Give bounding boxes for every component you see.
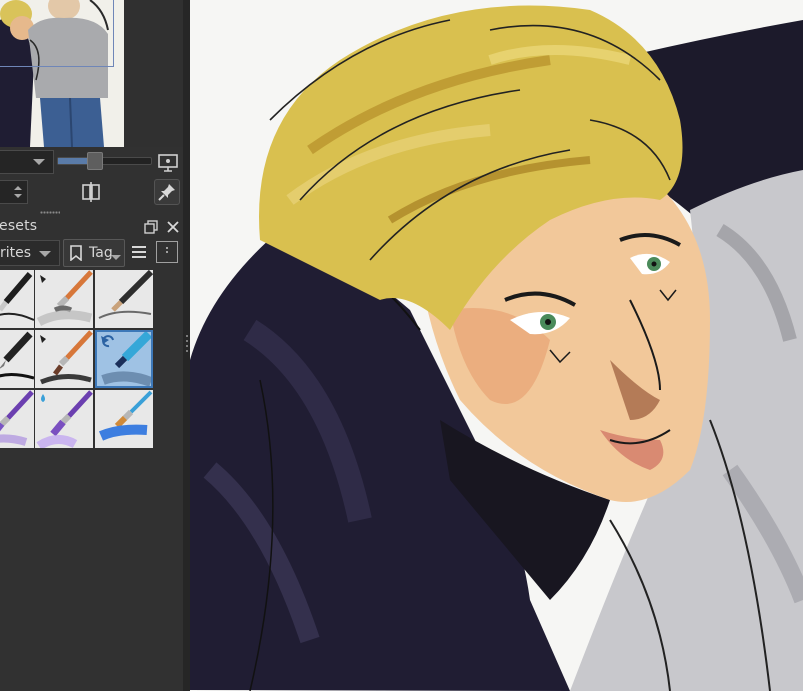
brush-preset-fountain-pen[interactable] [0, 330, 34, 388]
view-mode-icon [166, 247, 168, 253]
basic-brush-preset-icon [40, 330, 93, 385]
overview-viewport-frame[interactable] [0, 0, 114, 67]
rotation-spinbox[interactable] [0, 180, 28, 204]
splitter-grip[interactable] [185, 335, 188, 355]
tag-button-label: Tag [89, 245, 113, 261]
brush-preset-bristle[interactable] [35, 390, 93, 448]
tag-button[interactable]: Tag [63, 239, 125, 267]
close-icon [167, 221, 179, 233]
tag-filter-label: rites [0, 245, 32, 261]
spin-down-icon[interactable] [14, 194, 22, 198]
tag-filter-dropdown[interactable]: rites [0, 240, 60, 266]
pin-docker-button[interactable] [154, 179, 180, 205]
float-icon [144, 220, 158, 234]
brush-preset-marker[interactable] [95, 330, 153, 388]
presets-view-mode-button[interactable] [156, 241, 178, 263]
painting-canvas[interactable] [190, 0, 803, 691]
close-docker-button[interactable] [166, 219, 180, 233]
zoom-slider-handle[interactable] [87, 152, 104, 170]
watercolor-brush-preset-icon [0, 390, 34, 446]
bristle-brush-preset-icon [36, 390, 93, 448]
zoom-slider[interactable] [57, 152, 152, 170]
brush-preset-airbrush[interactable] [35, 270, 93, 328]
chevron-down-icon [39, 251, 51, 257]
float-docker-button[interactable] [144, 219, 158, 234]
brush-preset-basic[interactable] [35, 330, 93, 388]
docker-drag-handle[interactable] [40, 211, 60, 214]
spin-up-icon[interactable] [14, 186, 22, 190]
presentation-icon [158, 154, 178, 172]
artwork [190, 0, 803, 691]
airbrush-soft-preset-icon [36, 270, 93, 327]
brush-preset-pencil[interactable] [95, 270, 153, 328]
presentation-mode-button[interactable] [157, 153, 179, 173]
overview-thumbnail[interactable] [0, 0, 124, 147]
blender-brush-preset-icon [98, 390, 153, 441]
ink-pen-preset-icon [0, 272, 34, 321]
bookmark-icon [70, 245, 82, 261]
pencil-preset-icon [98, 270, 153, 319]
brush-preset-blender[interactable] [95, 390, 153, 448]
left-docker: esets rites Tag [0, 0, 183, 691]
chevron-down-icon [33, 159, 45, 165]
pin-icon [158, 184, 175, 201]
overview-background [124, 0, 183, 147]
marker-preset-icon [101, 330, 153, 387]
chevron-down-icon [111, 255, 121, 260]
hamburger-menu-icon [132, 246, 146, 258]
mirror-icon [82, 182, 100, 202]
zoom-dropdown[interactable] [0, 150, 54, 174]
fountain-pen-preset-icon [0, 331, 34, 380]
brush-presets-title: esets [0, 218, 38, 234]
brush-preset-ink-pen[interactable] [0, 270, 34, 328]
presets-menu-button[interactable] [130, 243, 148, 261]
brush-preset-watercolor[interactable] [0, 390, 34, 448]
mirror-view-button[interactable] [79, 181, 103, 203]
